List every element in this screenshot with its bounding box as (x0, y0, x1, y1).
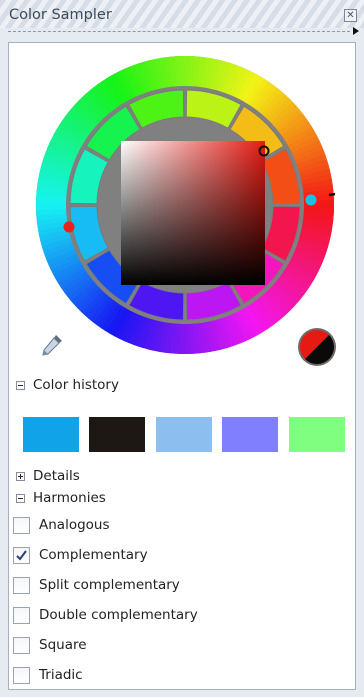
split-complementary-checkbox[interactable] (13, 576, 30, 594)
harmony-option-square[interactable]: Square (13, 634, 87, 656)
triadic-label: Triadic (39, 667, 83, 683)
square-label: Square (39, 637, 87, 653)
triadic-checkbox[interactable] (13, 666, 30, 684)
value-shade (121, 141, 265, 285)
checkmark-icon (16, 549, 27, 561)
split-complementary-label: Split complementary (39, 577, 180, 593)
double-complementary-label: Double complementary (39, 607, 198, 623)
close-icon[interactable]: ✕ (344, 9, 357, 22)
harmony-option-triadic[interactable]: Triadic (13, 664, 83, 686)
history-swatch-1[interactable] (23, 417, 79, 452)
color-history-label: Color history (33, 377, 119, 393)
color-sampler-panel: Color Sampler ✕ Color history Details Ha… (0, 0, 364, 697)
outer-hue-slice (179, 55, 187, 87)
color-wheel[interactable] (35, 55, 335, 355)
eyedropper-icon[interactable] (39, 332, 65, 358)
harmony-option-complementary[interactable]: Complementary (13, 544, 148, 566)
history-swatch-4[interactable] (222, 417, 278, 452)
harmony-option-split-complementary[interactable]: Split complementary (13, 574, 180, 596)
history-swatch-2[interactable] (89, 417, 145, 452)
harmony-marker-base[interactable] (63, 221, 75, 233)
complementary-label: Complementary (39, 547, 148, 563)
details-label: Details (33, 468, 80, 484)
splitter-arrow-icon[interactable] (353, 27, 359, 35)
panel-splitter[interactable] (8, 31, 350, 32)
expand-icon[interactable] (16, 471, 25, 481)
analogous-checkbox[interactable] (13, 516, 30, 534)
harmony-option-analogous[interactable]: Analogous (13, 514, 110, 536)
collapse-icon[interactable] (16, 380, 25, 390)
history-swatch-5[interactable] (289, 417, 345, 452)
history-swatch-3[interactable] (156, 417, 212, 452)
square-checkbox[interactable] (13, 636, 30, 654)
color-history-header[interactable]: Color history (16, 376, 119, 394)
harmonies-header[interactable]: Harmonies (16, 489, 106, 507)
sampler-content: Color history Details Harmonies Analogou… (8, 42, 356, 690)
title-bar[interactable]: Color Sampler ✕ (0, 0, 364, 28)
double-complementary-checkbox[interactable] (13, 606, 30, 624)
complementary-checkbox[interactable] (13, 546, 30, 564)
details-header[interactable]: Details (16, 467, 80, 485)
harmony-option-double-complementary[interactable]: Double complementary (13, 604, 198, 626)
analogous-label: Analogous (39, 517, 110, 533)
color-preview[interactable] (295, 325, 339, 369)
panel-title: Color Sampler (9, 7, 112, 23)
collapse-icon[interactable] (16, 493, 25, 503)
harmony-marker-complementary[interactable] (305, 194, 317, 206)
harmonies-label: Harmonies (33, 490, 106, 506)
